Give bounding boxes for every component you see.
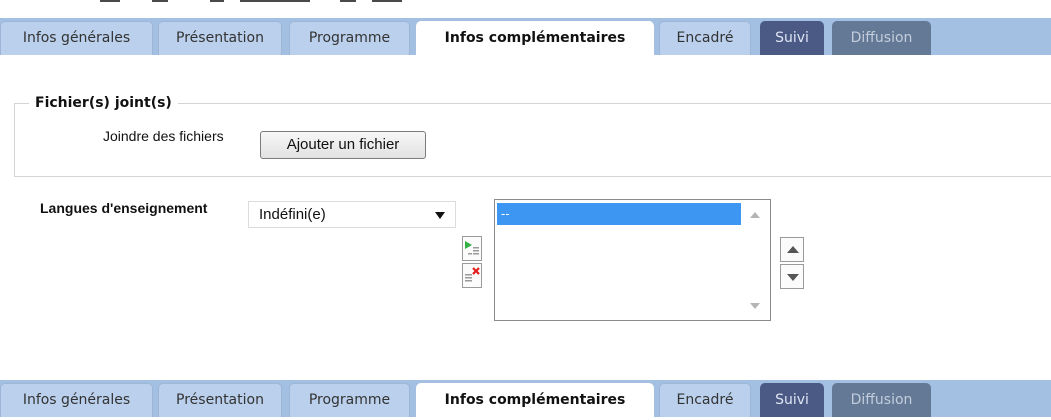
move-up-button[interactable] xyxy=(780,237,804,262)
tab-diffusion[interactable]: Diffusion xyxy=(832,383,931,417)
tab-suivi[interactable]: Suivi xyxy=(760,21,824,55)
tab-bar-top: Infos générales Présentation Programme I… xyxy=(0,18,1051,56)
scroll-down-icon[interactable] xyxy=(750,303,760,309)
delete-item-icon xyxy=(465,267,480,282)
tab-bar-bottom: Infos générales Présentation Programme I… xyxy=(0,380,1051,418)
list-item[interactable]: -- xyxy=(497,203,741,225)
chevron-down-icon xyxy=(435,212,445,219)
top-edge-fragment xyxy=(0,0,1051,4)
language-select[interactable]: Indéfini(e) xyxy=(248,201,456,228)
add-to-list-button[interactable] xyxy=(462,236,482,261)
tab-presentation[interactable]: Présentation xyxy=(158,21,282,55)
add-file-button[interactable]: Ajouter un fichier xyxy=(260,131,426,159)
scroll-up-icon[interactable] xyxy=(750,212,760,218)
tab-infos-complementaires[interactable]: Infos complémentaires xyxy=(416,21,654,56)
tab-programme[interactable]: Programme xyxy=(289,21,410,55)
tab-infos-generales[interactable]: Infos générales xyxy=(0,21,153,55)
tab-presentation[interactable]: Présentation xyxy=(158,383,282,417)
tab-diffusion[interactable]: Diffusion xyxy=(832,21,931,55)
languages-listbox[interactable]: -- xyxy=(494,199,771,321)
add-item-icon xyxy=(465,241,479,255)
tab-encadre[interactable]: Encadré xyxy=(659,383,751,417)
arrow-up-icon xyxy=(787,246,799,253)
remove-from-list-button[interactable] xyxy=(462,263,482,288)
tab-encadre[interactable]: Encadré xyxy=(659,21,751,55)
arrow-down-icon xyxy=(787,274,799,281)
join-files-label: Joindre des fichiers xyxy=(103,128,224,144)
move-down-button[interactable] xyxy=(780,264,804,289)
tab-suivi[interactable]: Suivi xyxy=(760,383,824,417)
tab-infos-complementaires[interactable]: Infos complémentaires xyxy=(416,383,654,418)
languages-label: Langues d'enseignement xyxy=(40,200,208,216)
tab-programme[interactable]: Programme xyxy=(289,383,410,417)
tab-infos-generales[interactable]: Infos générales xyxy=(0,383,153,417)
attachments-legend: Fichier(s) joint(s) xyxy=(35,95,172,111)
language-select-value: Indéfini(e) xyxy=(259,206,326,223)
